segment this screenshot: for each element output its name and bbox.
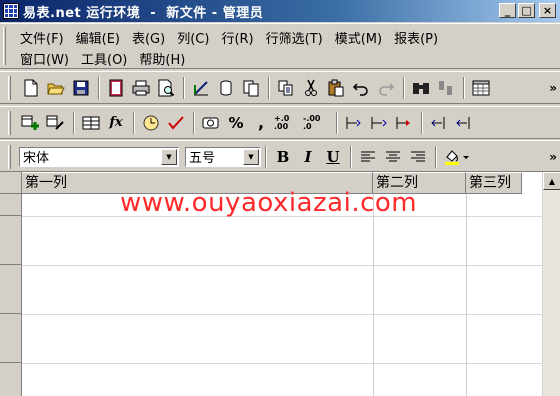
edit-column-icon[interactable] xyxy=(44,111,68,135)
align-center-icon[interactable] xyxy=(381,145,405,169)
app-icon xyxy=(3,3,19,19)
underline-button[interactable]: U xyxy=(321,145,345,169)
row-header[interactable] xyxy=(0,314,22,363)
copy-doc-icon[interactable] xyxy=(239,76,263,100)
font-name-value: 宋体 xyxy=(23,151,50,166)
menu-row[interactable]: 行(R) xyxy=(215,28,259,47)
book-icon[interactable] xyxy=(104,76,128,100)
outdent-both-icon[interactable] xyxy=(452,111,476,135)
cylinder-icon[interactable] xyxy=(214,76,238,100)
indent-left-icon[interactable] xyxy=(342,111,366,135)
title-bar: 易表.net 运行环境 - 新文件 - 管理员 _ □ × xyxy=(0,0,560,22)
menu-report[interactable]: 报表(P) xyxy=(388,28,444,47)
clock-icon[interactable] xyxy=(139,111,163,135)
row-header[interactable] xyxy=(0,216,22,265)
menu-bar: 文件(F) 编辑(E) 表(G) 列(C) 行(R) 行筛选(T) 模式(M) … xyxy=(0,23,560,69)
watermark: www.ouyaoxiazai.com xyxy=(120,188,418,218)
menu-table[interactable]: 表(G) xyxy=(126,28,171,47)
toolbar-grip[interactable] xyxy=(8,110,11,135)
menu-mode[interactable]: 模式(M) xyxy=(329,28,388,47)
menu-file[interactable]: 文件(F) xyxy=(14,28,70,47)
grid-line xyxy=(373,194,374,396)
scroll-up-icon[interactable]: ▲ xyxy=(543,172,560,190)
grid-line xyxy=(22,363,542,364)
outdent-left-icon[interactable] xyxy=(427,111,451,135)
fill-color-icon[interactable] xyxy=(441,145,473,169)
row-header[interactable] xyxy=(0,194,22,216)
menu-tools[interactable]: 工具(O) xyxy=(75,49,133,68)
grid-corner[interactable] xyxy=(0,172,22,194)
vertical-scrollbar[interactable]: ▲ xyxy=(542,172,560,396)
row-header[interactable] xyxy=(0,363,22,396)
percent-icon[interactable]: % xyxy=(224,111,248,135)
close-button[interactable]: × xyxy=(539,3,556,18)
new-file-icon[interactable] xyxy=(19,76,43,100)
function-icon[interactable]: fx xyxy=(104,111,128,135)
increase-decimal-icon[interactable]: +.0 .00 xyxy=(274,111,302,135)
maximize-button[interactable]: □ xyxy=(518,3,535,18)
align-left-icon[interactable] xyxy=(356,145,380,169)
open-folder-icon[interactable] xyxy=(44,76,68,100)
table-edit-icon[interactable] xyxy=(469,76,493,100)
cut-icon[interactable] xyxy=(299,76,323,100)
window-title: 易表.net 运行环境 - 新文件 - 管理员 xyxy=(23,5,264,21)
menu-column[interactable]: 列(C) xyxy=(171,28,215,47)
find-icon[interactable] xyxy=(409,76,433,100)
print-preview-icon[interactable] xyxy=(154,76,178,100)
menu-edit[interactable]: 编辑(E) xyxy=(70,28,126,47)
menu-row-filter[interactable]: 行筛选(T) xyxy=(260,28,329,47)
standard-toolbar: » xyxy=(0,71,560,104)
bold-button[interactable]: B xyxy=(271,145,295,169)
font-toolbar: 宋体 ▼ 五号 ▼ B I U » xyxy=(0,140,560,173)
grid-line xyxy=(466,194,467,396)
decrease-decimal-icon[interactable]: -.00 .0 xyxy=(303,111,331,135)
design-icon[interactable] xyxy=(189,76,213,100)
menu-window[interactable]: 窗口(W) xyxy=(14,49,75,68)
save-icon[interactable] xyxy=(69,76,93,100)
font-size-value: 五号 xyxy=(189,151,216,166)
copy-icon[interactable] xyxy=(274,76,298,100)
table-icon[interactable] xyxy=(79,111,103,135)
add-column-icon[interactable] xyxy=(19,111,43,135)
toolbar-overflow-icon[interactable]: » xyxy=(549,150,557,164)
indent-both-icon[interactable] xyxy=(367,111,391,135)
format-toolbar: fx % , +.0 .00 -.00 .0 xyxy=(0,106,560,139)
column-header[interactable]: 第三列 xyxy=(466,172,522,194)
grid-line xyxy=(22,265,542,266)
italic-button[interactable]: I xyxy=(296,145,320,169)
grid-line xyxy=(22,314,542,315)
currency-icon[interactable] xyxy=(199,111,223,135)
menu-grip[interactable] xyxy=(3,27,6,65)
check-icon[interactable] xyxy=(164,111,188,135)
menu-help[interactable]: 帮助(H) xyxy=(133,49,191,68)
toolbar-grip[interactable] xyxy=(8,144,11,169)
font-size-select[interactable]: 五号 ▼ xyxy=(185,146,261,167)
comma-icon[interactable]: , xyxy=(249,111,273,135)
redo-icon[interactable] xyxy=(374,76,398,100)
align-right-icon[interactable] xyxy=(406,145,430,169)
print-icon[interactable] xyxy=(129,76,153,100)
minimize-button[interactable]: _ xyxy=(499,3,516,18)
toolbar-grip[interactable] xyxy=(8,75,11,100)
indent-right-icon[interactable] xyxy=(392,111,416,135)
undo-icon[interactable] xyxy=(349,76,373,100)
toolbar-overflow-icon[interactable]: » xyxy=(549,81,557,95)
replace-icon[interactable] xyxy=(434,76,458,100)
row-header[interactable] xyxy=(0,265,22,314)
paste-icon[interactable] xyxy=(324,76,348,100)
chevron-down-icon[interactable]: ▼ xyxy=(243,148,259,165)
chevron-down-icon[interactable]: ▼ xyxy=(161,148,177,165)
font-name-select[interactable]: 宋体 ▼ xyxy=(19,146,179,167)
